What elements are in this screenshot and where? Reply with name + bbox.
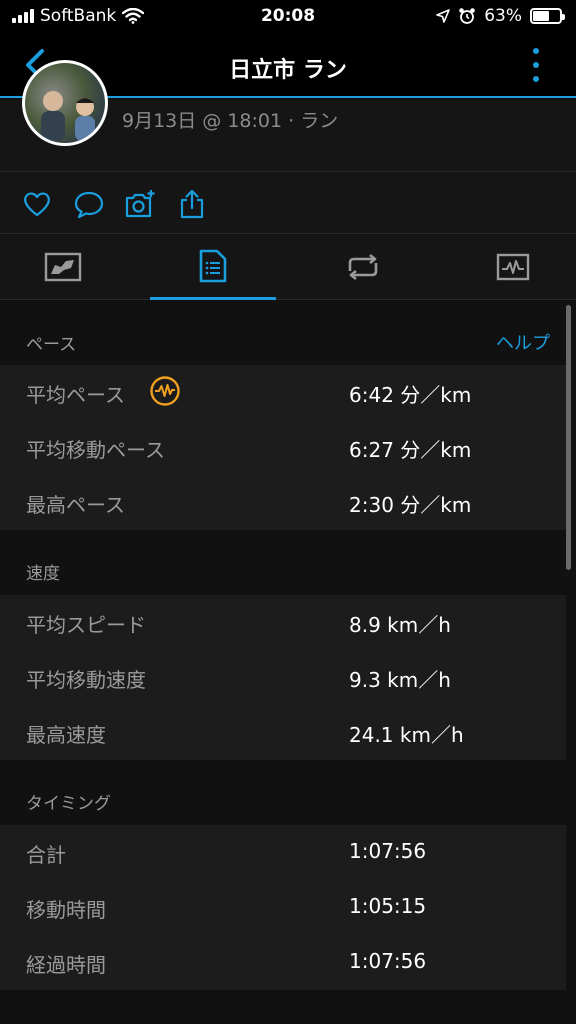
- status-bar: SoftBank 20:08 63%: [0, 0, 576, 34]
- tab-overview[interactable]: [0, 234, 126, 300]
- tab-bar: [0, 234, 576, 300]
- table-row: 移動時間 1:05:15: [0, 880, 566, 935]
- alarm-icon: [459, 8, 476, 24]
- activity-header: 9月13日 @ 18:01 · ラン: [0, 60, 576, 172]
- row-label: 平均ペース: [26, 383, 125, 407]
- row-label: 平均移動速度: [26, 668, 146, 692]
- stats-content[interactable]: ペース ヘルプ 平均ペース 6:42 分／km 平均移動ペース 6:27 分／k…: [0, 301, 576, 1024]
- add-photo-icon[interactable]: [124, 188, 156, 220]
- heart-icon[interactable]: [21, 188, 53, 220]
- stats-document-icon: [199, 249, 227, 282]
- row-value: 9.3 km／h: [349, 668, 451, 692]
- chart-icon: [496, 253, 530, 281]
- row-value: 1:07:56: [349, 839, 427, 863]
- avatar[interactable]: [22, 60, 108, 146]
- more-options-icon[interactable]: [532, 48, 540, 82]
- speed-rows: 平均スピード 8.9 km／h 平均移動速度 9.3 km／h 最高速度 24.…: [0, 595, 566, 760]
- activity-date-type: 9月13日 @ 18:01 · ラン: [122, 110, 339, 132]
- row-value: 24.1 km／h: [349, 723, 464, 747]
- section-label: 速度: [26, 564, 60, 584]
- table-row: 最高速度 24.1 km／h: [0, 705, 566, 760]
- row-value: 2:30 分／km: [349, 493, 472, 517]
- row-label: 移動時間: [26, 898, 106, 922]
- row-label: 最高速度: [26, 723, 106, 747]
- help-link[interactable]: ヘルプ: [496, 329, 550, 355]
- tab-laps[interactable]: [300, 234, 426, 300]
- pace-waveform-icon[interactable]: [149, 375, 181, 407]
- row-label: 経過時間: [26, 953, 106, 977]
- row-value: 1:05:15: [349, 894, 427, 918]
- action-bar: [0, 172, 576, 234]
- row-label: 最高ペース: [26, 493, 125, 517]
- table-row: 平均移動速度 9.3 km／h: [0, 650, 566, 705]
- status-right: 63%: [436, 6, 565, 26]
- section-label: タイミング: [26, 794, 111, 814]
- row-value: 6:27 分／km: [349, 438, 472, 462]
- battery-icon: [530, 8, 565, 24]
- row-value: 1:07:56: [349, 949, 427, 973]
- battery-percent: 63%: [484, 6, 522, 26]
- table-row: 平均スピード 8.9 km／h: [0, 595, 566, 650]
- pace-rows: 平均ペース 6:42 分／km 平均移動ペース 6:27 分／km 最高ペース …: [0, 365, 566, 530]
- section-label: ペース: [26, 335, 77, 355]
- row-value: 8.9 km／h: [349, 613, 451, 637]
- section-header-speed: 速度: [0, 530, 576, 594]
- table-row: 合計 1:07:56: [0, 825, 566, 880]
- timing-rows: 合計 1:07:56 移動時間 1:05:15 経過時間 1:07:56: [0, 825, 566, 990]
- row-label: 平均移動ペース: [26, 438, 165, 462]
- table-row: 経過時間 1:07:56: [0, 935, 566, 990]
- map-overview-icon: [44, 252, 82, 282]
- table-row: 最高ペース 2:30 分／km: [0, 475, 566, 530]
- tab-stats[interactable]: [150, 234, 276, 300]
- location-arrow-icon: [436, 9, 451, 23]
- tab-charts[interactable]: [450, 234, 576, 300]
- table-row: 平均ペース 6:42 分／km: [0, 365, 566, 420]
- section-header-timing: タイミング: [0, 760, 576, 824]
- scrollbar[interactable]: [566, 305, 571, 570]
- repeat-laps-icon: [348, 253, 378, 281]
- row-label: 平均スピード: [26, 613, 146, 637]
- row-label: 合計: [26, 843, 66, 867]
- table-row: 平均移動ペース 6:27 分／km: [0, 420, 566, 475]
- row-value: 6:42 分／km: [349, 383, 472, 407]
- share-icon[interactable]: [176, 188, 208, 220]
- section-header-pace: ペース ヘルプ: [0, 301, 576, 365]
- comment-icon[interactable]: [73, 188, 105, 220]
